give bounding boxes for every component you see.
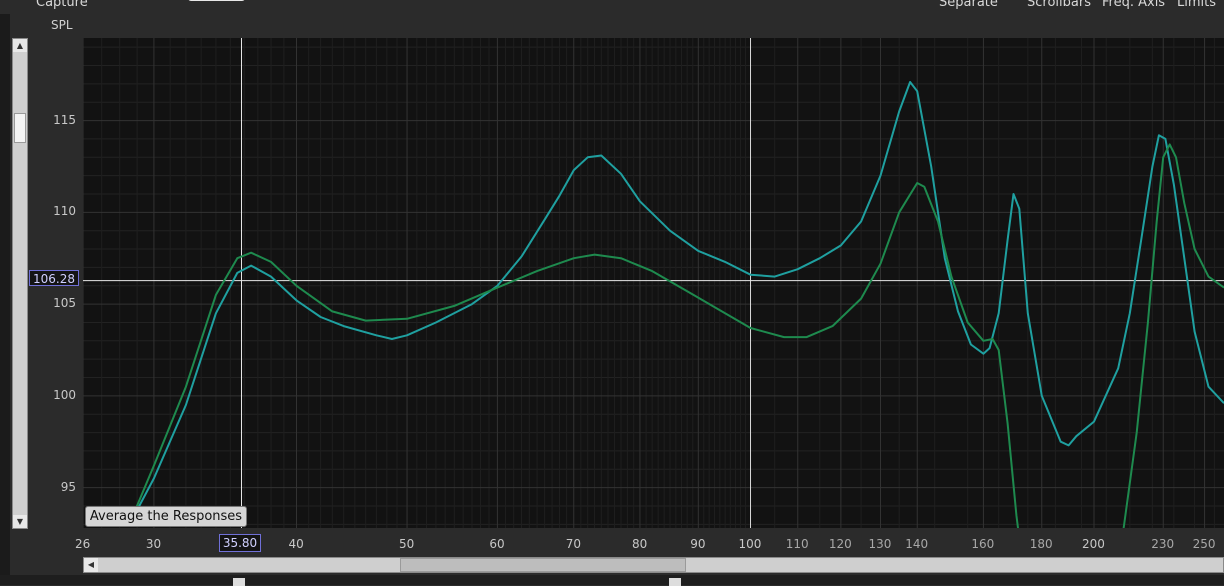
- x-tick-label: 160: [971, 537, 994, 551]
- cursor-frequency-readout: 35.80: [219, 534, 261, 552]
- average-responses-button[interactable]: Average the Responses: [85, 506, 247, 527]
- x-tick-label: 100: [739, 537, 762, 551]
- scroll-down-icon[interactable]: ▼: [13, 515, 27, 528]
- separate-button[interactable]: Separate: [939, 0, 998, 10]
- cursor-spl-readout: 106.28: [29, 270, 79, 286]
- y-tick-label: 105: [36, 296, 76, 310]
- x-tick-label: 90: [690, 537, 705, 551]
- x-tick-label: 250: [1193, 537, 1216, 551]
- frequency-response-graph[interactable]: [83, 38, 1224, 528]
- x-tick-label: 230: [1151, 537, 1174, 551]
- bottom-panel-edge: [0, 575, 1224, 585]
- y-tick-label: 115: [36, 113, 76, 127]
- x-tick-label: 130: [869, 537, 892, 551]
- x-tick-label: 180: [1030, 537, 1053, 551]
- y-tick-label: 110: [36, 204, 76, 218]
- x-tick-label: 60: [489, 537, 504, 551]
- y-tick-label: 95: [36, 480, 76, 494]
- toolbar: Capture Separate Scrollbars Freq. Axis L…: [0, 0, 1224, 14]
- capture-button[interactable]: Capture: [36, 0, 88, 10]
- vertical-scroll-thumb[interactable]: [14, 113, 26, 143]
- x-tick-label: 26: [75, 537, 90, 551]
- x-tick-label: 200: [1082, 537, 1105, 551]
- scrollbars-button[interactable]: Scrollbars: [1027, 0, 1091, 10]
- x-tick-label: 80: [632, 537, 647, 551]
- scroll-up-icon[interactable]: ▲: [13, 39, 27, 52]
- toolbar-toggle-button[interactable]: [188, 0, 245, 1]
- x-tick-label: 120: [829, 537, 852, 551]
- x-tick-label: 140: [905, 537, 928, 551]
- vertical-scrollbar[interactable]: ▲ ▼: [12, 38, 28, 529]
- y-tick-label: 100: [36, 388, 76, 402]
- horizontal-scroll-thumb[interactable]: [400, 558, 686, 572]
- horizontal-scrollbar[interactable]: ◀: [83, 557, 1224, 573]
- x-tick-label: 110: [786, 537, 809, 551]
- x-tick-label: 50: [399, 537, 414, 551]
- x-tick-label: 30: [146, 537, 161, 551]
- left-panel-edge: [0, 14, 10, 585]
- freq-axis-button[interactable]: Freq. Axis: [1102, 0, 1165, 10]
- x-tick-label: 40: [288, 537, 303, 551]
- scroll-left-icon[interactable]: ◀: [84, 558, 98, 572]
- x-tick-label: 70: [566, 537, 581, 551]
- limits-button[interactable]: Limits: [1177, 0, 1216, 10]
- response-chart-svg: [83, 38, 1224, 528]
- y-axis-label: SPL: [51, 18, 73, 32]
